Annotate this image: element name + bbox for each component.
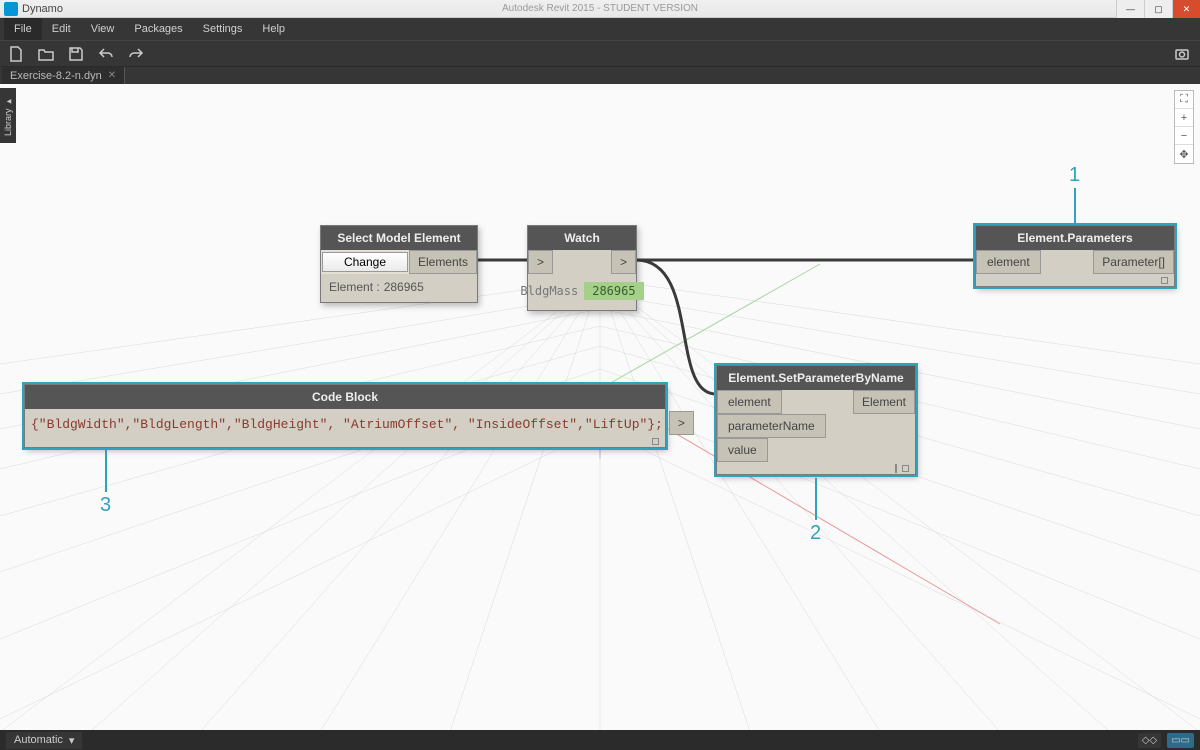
screenshot-icon[interactable] [1174,46,1190,62]
element-output-port[interactable]: Element [853,390,915,414]
zoom-in-icon[interactable]: + [1175,109,1193,127]
menu-settings[interactable]: Settings [193,18,253,40]
library-tab[interactable]: Library ▸ [0,88,16,143]
node-element-parameters[interactable]: Element.Parameters element Parameter[] [975,225,1175,287]
element-info-value: 286965 [384,280,424,294]
titlebar: Dynamo Autodesk Revit 2015 - STUDENT VER… [0,0,1200,18]
file-tab-label: Exercise-8.2-n.dyn [10,70,102,82]
toolbar [0,40,1200,66]
save-icon[interactable] [68,46,84,62]
parameter-output-port[interactable]: Parameter[] [1093,250,1174,274]
watch-value: 286965 [584,282,643,300]
parametername-input-port[interactable]: parameterName [717,414,826,438]
node-code-block[interactable]: Code Block {"BldgWidth","BldgLength","Bl… [24,384,666,448]
node-title: Watch [528,226,636,250]
annotation-1: 1 [1069,164,1080,187]
app-title: Dynamo [22,3,63,15]
viewport-controls: ⛶ + − ✥ [1174,90,1194,164]
redo-icon[interactable] [128,46,144,62]
pan-icon[interactable]: ✥ [1175,145,1193,163]
new-file-icon[interactable] [8,46,24,62]
document-title: Autodesk Revit 2015 - STUDENT VERSION [502,3,698,14]
node-watch[interactable]: Watch > > BldgMass 286965 [527,225,637,311]
menu-packages[interactable]: Packages [124,18,192,40]
watch-input-port[interactable]: > [528,250,553,274]
minimize-button[interactable]: — [1116,0,1144,18]
annotation-line-1 [1074,188,1076,225]
menu-view[interactable]: View [81,18,125,40]
run-mode-dropdown[interactable]: Automatic ▾ [6,732,82,749]
node-title: Element.SetParameterByName [717,366,915,390]
fit-view-icon[interactable]: ⛶ [1175,91,1193,109]
menu-edit[interactable]: Edit [42,18,81,40]
close-button[interactable]: ✕ [1172,0,1200,18]
code-output-port[interactable]: > [669,411,694,435]
node-title: Element.Parameters [976,226,1174,250]
undo-icon[interactable] [98,46,114,62]
run-mode-label: Automatic [14,734,63,746]
element-input-port[interactable]: element [717,390,782,414]
annotation-3: 3 [100,494,111,517]
maximize-button[interactable]: ▢ [1144,0,1172,18]
statusbar: Automatic ▾ ◇◇ ▭▭ [0,730,1200,750]
app-icon [4,2,18,16]
value-input-port[interactable]: value [717,438,768,462]
canvas[interactable]: Library ▸ ⛶ + − ✥ Select Model Element C… [0,84,1200,732]
window-controls: — ▢ ✕ [1116,0,1200,18]
node-title: Select Model Element [321,226,477,250]
menu-help[interactable]: Help [252,18,295,40]
elements-output-port[interactable]: Elements [409,250,477,274]
close-tab-icon[interactable]: ✕ [108,70,116,81]
node-title: Code Block [25,385,665,409]
node-select-model-element[interactable]: Select Model Element Change Elements Ele… [320,225,478,303]
menu-file[interactable]: File [4,18,42,40]
watch-label: BldgMass [520,284,578,298]
file-tab[interactable]: Exercise-8.2-n.dyn ✕ [2,67,125,85]
open-file-icon[interactable] [38,46,54,62]
annotation-line-3 [105,450,107,492]
node-element-setparameterbyname[interactable]: Element.SetParameterByName element Eleme… [716,365,916,475]
geometry-view-icon[interactable]: ◇◇ [1138,733,1161,748]
element-info-label: Element : [329,280,380,294]
chevron-down-icon: ▾ [69,734,75,747]
annotation-line-2 [815,478,817,520]
annotation-2: 2 [810,522,821,545]
code-input[interactable]: {"BldgWidth","BldgLength","BldgHeight", … [25,413,669,432]
graph-view-icon[interactable]: ▭▭ [1167,733,1194,748]
element-input-port[interactable]: element [976,250,1041,274]
tab-strip: Exercise-8.2-n.dyn ✕ [0,66,1200,84]
zoom-out-icon[interactable]: − [1175,127,1193,145]
watch-output-port[interactable]: > [611,250,636,274]
change-button[interactable]: Change [322,252,408,272]
menubar: File Edit View Packages Settings Help [0,18,1200,40]
